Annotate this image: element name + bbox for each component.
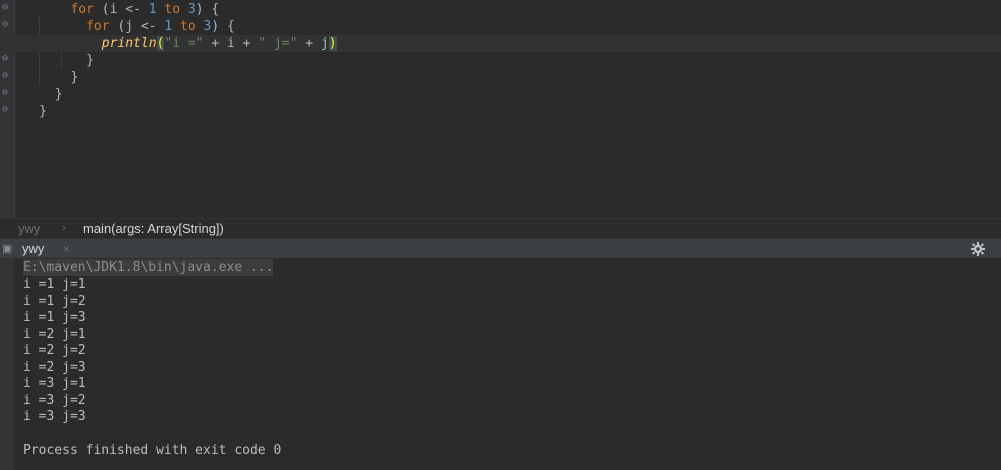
code-line[interactable]: for (i <- 1 to 3) { bbox=[0, 1, 1001, 18]
code-line[interactable]: } bbox=[0, 52, 1001, 69]
code-token: to bbox=[156, 2, 188, 17]
code-token: (i <- bbox=[93, 2, 149, 17]
code-token: ) { bbox=[211, 19, 235, 34]
console-gutter bbox=[0, 258, 14, 470]
code-editor[interactable]: ⊖ ⊖ ⊖ ⊖ ⊖ ⊖ for (i <- 1 to 3) { for (j <… bbox=[0, 0, 1001, 218]
console-line: i =2 j=2 bbox=[23, 343, 86, 358]
code-token: 3 bbox=[187, 2, 196, 17]
console-line: i =3 j=2 bbox=[23, 392, 86, 408]
breadcrumb-separator: › bbox=[62, 222, 66, 234]
code-token: to bbox=[172, 19, 204, 34]
console-line: i =1 j=1 bbox=[23, 277, 86, 292]
code-token: } bbox=[86, 53, 94, 68]
run-tool-window-header: ▣ ywy × bbox=[0, 238, 1001, 259]
code-token: for bbox=[86, 19, 110, 34]
code-token: " j=" bbox=[258, 36, 298, 51]
code-token: ) bbox=[328, 36, 337, 51]
run-tab[interactable]: ywy bbox=[22, 239, 44, 259]
code-line[interactable]: println("i =" + i + " j=" + j) bbox=[0, 35, 1001, 52]
gear-icon[interactable] bbox=[969, 240, 987, 258]
code-token: } bbox=[70, 70, 79, 85]
console-icon: ▣ bbox=[2, 243, 13, 255]
console-command-line: E:\maven\JDK1.8\bin\java.exe ... bbox=[23, 259, 274, 276]
code-line[interactable]: } bbox=[0, 69, 1001, 86]
breadcrumb: ywy › main(args: Array[String]) bbox=[0, 218, 1001, 239]
console-line: i =2 j=3 bbox=[23, 359, 86, 375]
breadcrumb-method[interactable]: main(args: Array[String]) bbox=[83, 219, 224, 238]
code-token: println bbox=[101, 36, 157, 51]
code-token: } bbox=[39, 104, 47, 119]
code-token: ) { bbox=[195, 2, 220, 17]
console-line: i =1 j=3 bbox=[23, 310, 86, 325]
breadcrumb-object[interactable]: ywy bbox=[18, 219, 40, 238]
code-line[interactable]: } bbox=[0, 86, 1001, 103]
code-token: + j bbox=[297, 36, 329, 51]
console-line: i =2 j=1 bbox=[23, 326, 86, 342]
ide-window: ⊖ ⊖ ⊖ ⊖ ⊖ ⊖ for (i <- 1 to 3) { for (j <… bbox=[0, 0, 1001, 470]
console-line: i =3 j=1 bbox=[23, 376, 86, 391]
console-output[interactable]: E:\maven\JDK1.8\bin\java.exe ... i =1 j=… bbox=[0, 258, 1001, 470]
console-exit-message: Process finished with exit code 0 bbox=[23, 443, 282, 458]
code-token: + i + bbox=[203, 36, 259, 51]
code-token: 1 bbox=[148, 2, 157, 17]
close-icon[interactable]: × bbox=[63, 239, 70, 259]
code-token: } bbox=[54, 87, 63, 102]
code-line[interactable]: } bbox=[0, 103, 1001, 120]
code-line[interactable]: for (j <- 1 to 3) { bbox=[0, 18, 1001, 35]
code-token: "i =" bbox=[164, 36, 204, 51]
code-token: (j <- bbox=[109, 19, 165, 34]
console-line: i =1 j=2 bbox=[23, 293, 86, 309]
console-line: i =3 j=3 bbox=[23, 409, 86, 424]
code-token: for bbox=[70, 2, 94, 17]
